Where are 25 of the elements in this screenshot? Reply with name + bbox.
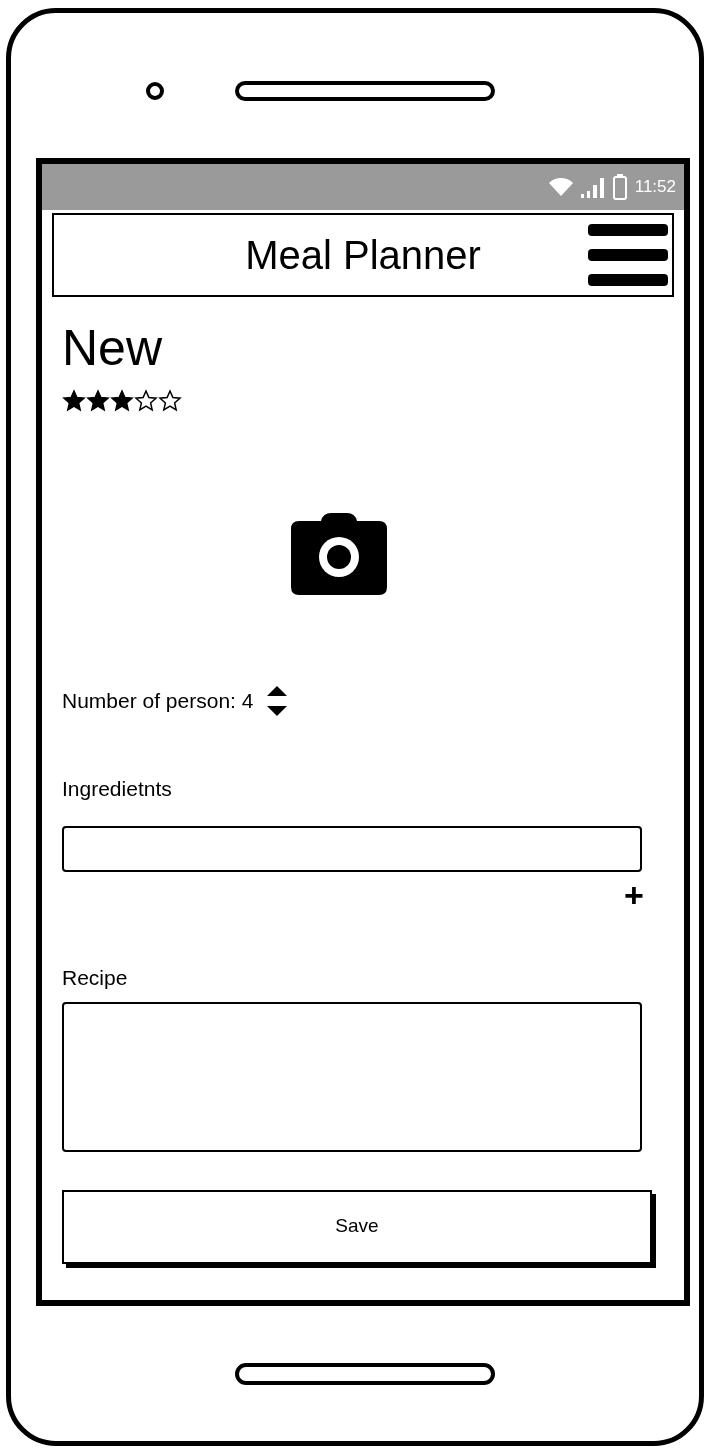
camera-icon[interactable]	[291, 513, 387, 595]
status-time: 11:52	[634, 176, 676, 199]
speaker-slot-icon	[235, 80, 495, 101]
persons-label: Number of person: 4	[62, 688, 254, 714]
decrement-arrow-icon[interactable]	[267, 705, 288, 716]
app-title: Meal Planner	[245, 232, 481, 279]
recipe-label: Recipe	[62, 965, 129, 991]
page-title: New	[62, 323, 164, 373]
star-rating[interactable]	[62, 389, 182, 413]
battery-icon	[612, 174, 627, 200]
star-icon	[134, 389, 158, 413]
ingredients-label: Ingredietnts	[62, 775, 173, 802]
star-icon	[86, 389, 110, 413]
wifi-icon	[548, 178, 573, 196]
camera-lens-icon	[146, 81, 164, 100]
recipe-text-area[interactable]	[62, 1001, 642, 1152]
add-button[interactable]: +	[624, 878, 644, 912]
star-icon	[158, 389, 182, 413]
star-icon	[62, 389, 86, 413]
menu-button[interactable]	[588, 224, 668, 286]
increment-arrow-icon[interactable]	[267, 685, 288, 696]
star-icon	[110, 389, 134, 413]
home-button[interactable]	[235, 1362, 495, 1385]
signal-icon	[580, 176, 605, 198]
ingredient-input-field[interactable]	[62, 826, 642, 872]
